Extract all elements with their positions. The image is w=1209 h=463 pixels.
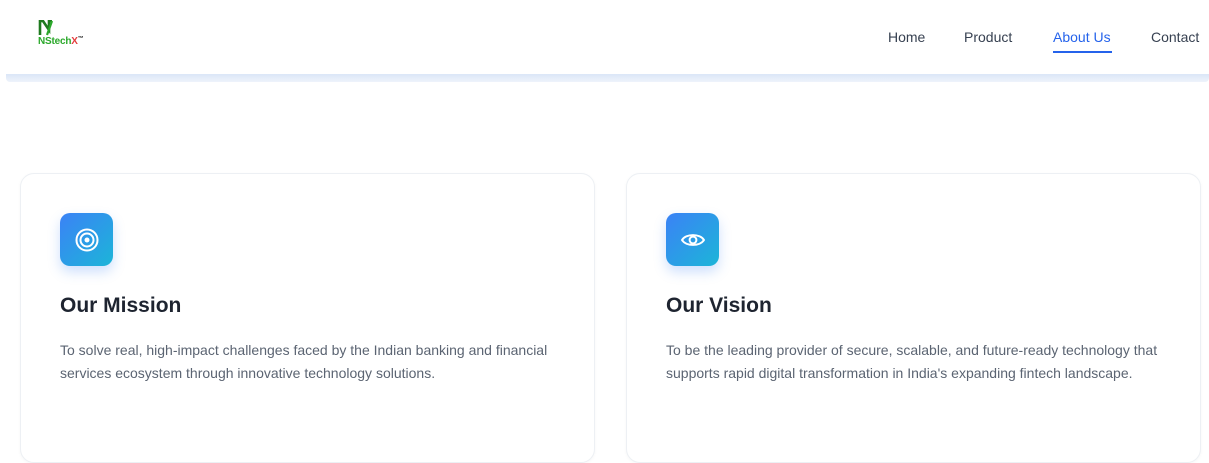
mission-icon-box xyxy=(60,213,113,266)
nav-item-product[interactable]: Product xyxy=(964,29,1012,45)
vision-text: To be the leading provider of secure, sc… xyxy=(666,342,1158,381)
eye-icon xyxy=(680,233,705,246)
site-header: NStechX™ Home Product About Us Contact xyxy=(0,0,1209,74)
vision-card: Our Vision To be the leading provider of… xyxy=(626,173,1201,463)
nav-item-about-us[interactable]: About Us xyxy=(1053,29,1111,45)
target-icon xyxy=(75,228,98,251)
mission-card: Our Mission To solve real, high-impact c… xyxy=(20,173,595,463)
main-nav: Home Product About Us Contact xyxy=(0,29,1209,53)
nav-item-contact[interactable]: Contact xyxy=(1151,29,1199,45)
vision-icon-box xyxy=(666,213,719,266)
vision-title: Our Vision xyxy=(666,294,772,317)
nav-item-home[interactable]: Home xyxy=(888,29,925,45)
header-divider xyxy=(6,74,1209,82)
mission-text: To solve real, high-impact challenges fa… xyxy=(60,342,548,381)
active-nav-underline xyxy=(1053,51,1112,53)
mission-title: Our Mission xyxy=(60,294,182,317)
